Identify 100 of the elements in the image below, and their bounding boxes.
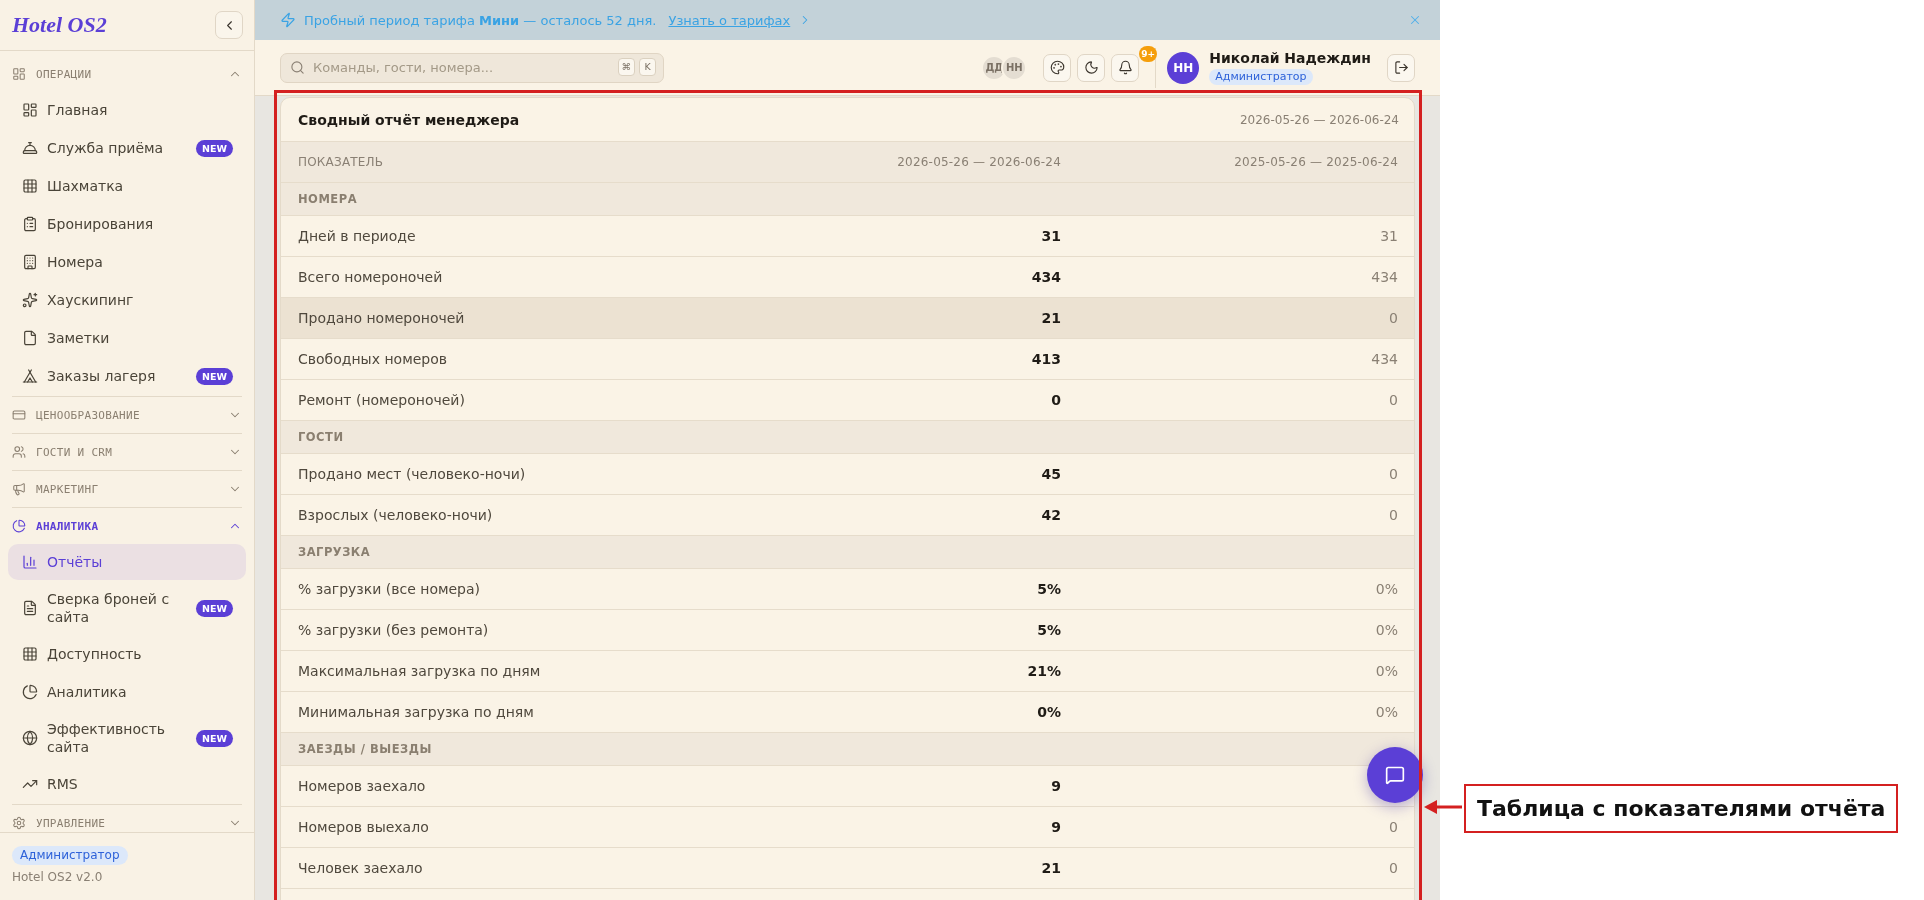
sidebar-item[interactable]: Отчёты: [8, 544, 246, 580]
callout-arrow: [1424, 798, 1462, 816]
file-icon: [22, 330, 38, 346]
table-cell-text: 5%: [1037, 581, 1062, 597]
report-title: Сводный отчёт менеджера: [298, 111, 520, 128]
table-cell-text: 31: [1380, 228, 1399, 244]
table-cell-text: Номеров заехало: [297, 778, 426, 794]
pie-chart-icon: [22, 684, 38, 700]
moon-icon: [1083, 60, 1099, 75]
building-icon: [22, 254, 38, 270]
bell-icon: [1117, 60, 1133, 75]
sidebar-item[interactable]: Эффективность сайта NEW: [8, 712, 246, 764]
table-cell-text: 9: [1051, 778, 1062, 794]
new-badge: NEW: [196, 599, 233, 617]
column-header: ПОКАЗАТЕЛЬ: [297, 155, 384, 169]
new-badge: NEW: [196, 367, 233, 385]
sidebar-item[interactable]: Доступность: [8, 636, 246, 672]
sidebar-item[interactable]: Хаускипинг: [8, 282, 246, 318]
table-cell-text: Продано номероночей: [297, 310, 465, 326]
role-badge: Администратор: [12, 846, 128, 865]
nav-group-header[interactable]: ГОСТИ И CRM: [0, 434, 254, 470]
sidebar-item[interactable]: Заметки: [8, 320, 246, 356]
table-cell-text: 0: [1051, 392, 1062, 408]
document-icon: [22, 600, 38, 616]
table-cell-text: % загрузки (все номера): [297, 581, 481, 597]
table-cell-text: 21: [1041, 860, 1062, 876]
nav-group-header[interactable]: УПРАВЛЕНИЕ: [0, 805, 254, 832]
dashboard-icon: [12, 67, 26, 81]
nav-group-header[interactable]: ЦЕНООБРАЗОВАНИЕ: [0, 397, 254, 433]
nav-group-header[interactable]: АНАЛИТИКА: [0, 508, 254, 544]
table-cell-text: 21%: [1027, 663, 1062, 679]
column-header: 2025-05-26 — 2025-06-24: [1234, 155, 1399, 169]
table-cell-text: 434: [1371, 351, 1399, 367]
palette-icon: [1049, 60, 1065, 75]
nav-group-header[interactable]: МАРКЕТИНГ: [0, 471, 254, 507]
sidebar-item[interactable]: Бронирования: [8, 206, 246, 242]
users-icon: [12, 445, 26, 459]
callout-label: Таблица с показателями отчёта: [1464, 784, 1899, 833]
table-cell-text: 42: [1041, 507, 1062, 523]
sidebar-item[interactable]: Шахматка: [8, 168, 246, 204]
sidebar-item[interactable]: Служба приёма NEW: [8, 130, 246, 166]
table-cell-text: Взрослых (человеко-ночи): [297, 507, 493, 523]
table-cell-text: Минимальная загрузка по дням: [297, 704, 534, 720]
table-cell-text: 31: [1041, 228, 1062, 244]
table-cell-text: 0%: [1375, 581, 1399, 597]
clipboard-icon: [22, 216, 38, 232]
chat-icon: [1385, 765, 1405, 785]
tent-icon: [22, 368, 38, 384]
table-cell-text: Продано мест (человеко-ночи): [297, 466, 526, 482]
table-cell-text: 434: [1031, 269, 1062, 285]
search-icon: [290, 59, 305, 75]
table-cell-text: 0%: [1375, 663, 1399, 679]
close-icon: [1408, 13, 1422, 27]
table-cell-text: 21: [1041, 310, 1062, 326]
globe-icon: [22, 730, 38, 746]
table-cell-text: 9: [1051, 819, 1062, 835]
dark-mode-button[interactable]: [1077, 53, 1106, 82]
nav-group-header[interactable]: ОПЕРАЦИИ: [0, 56, 254, 92]
table-cell-text: 5%: [1037, 622, 1062, 638]
table-cell-text: 434: [1371, 269, 1399, 285]
sidebar-item[interactable]: Главная: [8, 92, 246, 128]
table-cell-text: Номеров выехало: [297, 819, 429, 835]
table-cell-text: 0: [1389, 310, 1399, 326]
table-cell-text: Дней в периоде: [297, 228, 416, 244]
sidebar-item[interactable]: RMS: [8, 766, 246, 802]
logout-icon: [1393, 60, 1409, 75]
dashboard-icon: [22, 102, 38, 118]
table-cell-text: 45: [1041, 466, 1062, 482]
service-bell-icon: [22, 140, 38, 156]
table-cell-text: 0: [1389, 466, 1399, 482]
table-cell-text: 0%: [1375, 704, 1399, 720]
megaphone-icon: [12, 482, 26, 496]
pie-chart-icon: [12, 519, 26, 533]
notifications-button[interactable]: [1111, 53, 1140, 82]
table-cell-text: Свободных номеров: [297, 351, 447, 367]
sidebar-item[interactable]: Заказы лагеря NEW: [8, 358, 246, 394]
banner-text: Пробный период тарифа Мини — осталось 52 дня.: [304, 12, 657, 28]
sidebar-item[interactable]: Аналитика: [8, 674, 246, 710]
logout-button[interactable]: [1387, 53, 1415, 82]
table-cell-text: 0: [1389, 507, 1399, 523]
settings-icon: [12, 816, 26, 830]
column-header: 2026-05-26 — 2026-06-24: [897, 155, 1062, 169]
table-cell-text: 413: [1031, 351, 1062, 367]
table-cell-text: Ремонт (номероночей): [297, 392, 465, 408]
section-header: ЗАЕЗДЫ / ВЫЕЗДЫ: [281, 733, 1414, 766]
table-cell-text: 0%: [1375, 622, 1399, 638]
report-period: 2026-05-26 — 2026-06-24: [1239, 112, 1399, 127]
lightning-icon: [280, 12, 296, 28]
new-badge: NEW: [196, 139, 233, 157]
table-cell-text: 0: [1389, 392, 1399, 408]
sidebar-item[interactable]: Номера: [8, 244, 246, 280]
palette-button[interactable]: [1043, 53, 1072, 82]
user-name: Николай Надеждин: [1209, 50, 1371, 66]
table-cell-text: Максимальная загрузка по дням: [297, 663, 541, 679]
section-header: НОМЕРА: [281, 183, 1414, 216]
sidebar-item[interactable]: Сверка броней с сайта NEW: [8, 582, 246, 634]
notification-count: 9+: [1139, 45, 1158, 62]
table-cell-text: 0%: [1037, 704, 1062, 720]
section-header: ЗАГРУЗКА: [281, 536, 1414, 569]
app-version: Hotel OS2 v2.0: [12, 870, 103, 884]
